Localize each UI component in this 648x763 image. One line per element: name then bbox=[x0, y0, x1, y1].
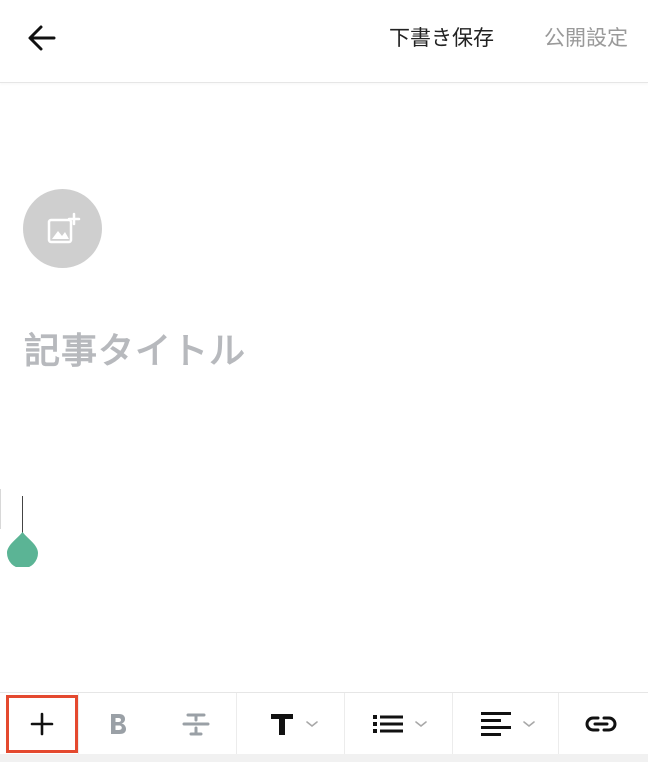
bottom-safe-area bbox=[0, 754, 648, 762]
list-icon bbox=[373, 715, 403, 733]
plus-icon bbox=[30, 712, 54, 736]
bold-button[interactable] bbox=[92, 693, 144, 755]
publish-settings-button[interactable]: 公開設定 bbox=[544, 22, 628, 54]
text-style-dropdown[interactable] bbox=[252, 693, 336, 755]
editor-left-edge bbox=[0, 489, 1, 529]
toolbar-separator bbox=[558, 693, 559, 755]
toolbar-separator bbox=[344, 693, 345, 755]
caret-handle[interactable] bbox=[6, 531, 39, 567]
bold-icon bbox=[111, 714, 126, 734]
toolbar-separator bbox=[236, 693, 237, 755]
format-toolbar bbox=[0, 692, 648, 763]
add-eyecatch-image-button[interactable] bbox=[23, 189, 102, 268]
chevron-down-icon bbox=[306, 721, 318, 728]
editor-header: 下書き保存 公開設定 bbox=[0, 0, 648, 83]
add-block-button[interactable] bbox=[6, 695, 78, 753]
strikethrough-icon bbox=[182, 713, 210, 736]
text-caret bbox=[22, 496, 23, 536]
back-button[interactable] bbox=[18, 17, 66, 59]
save-draft-button[interactable]: 下書き保存 bbox=[389, 22, 494, 54]
arrow-left-icon bbox=[28, 25, 56, 51]
align-left-icon bbox=[481, 712, 511, 736]
add-image-icon bbox=[47, 212, 80, 243]
toolbar-separator bbox=[452, 693, 453, 755]
alignment-dropdown[interactable] bbox=[466, 693, 550, 755]
chevron-down-icon bbox=[523, 721, 535, 728]
strikethrough-button[interactable] bbox=[170, 693, 222, 755]
toolbar-separator bbox=[78, 693, 79, 755]
text-heading-icon bbox=[271, 714, 293, 735]
list-dropdown[interactable] bbox=[358, 693, 442, 755]
article-title-input[interactable]: 記事タイトル bbox=[24, 322, 246, 374]
chevron-down-icon bbox=[415, 721, 427, 728]
link-button[interactable] bbox=[570, 693, 632, 755]
link-icon bbox=[585, 716, 617, 732]
